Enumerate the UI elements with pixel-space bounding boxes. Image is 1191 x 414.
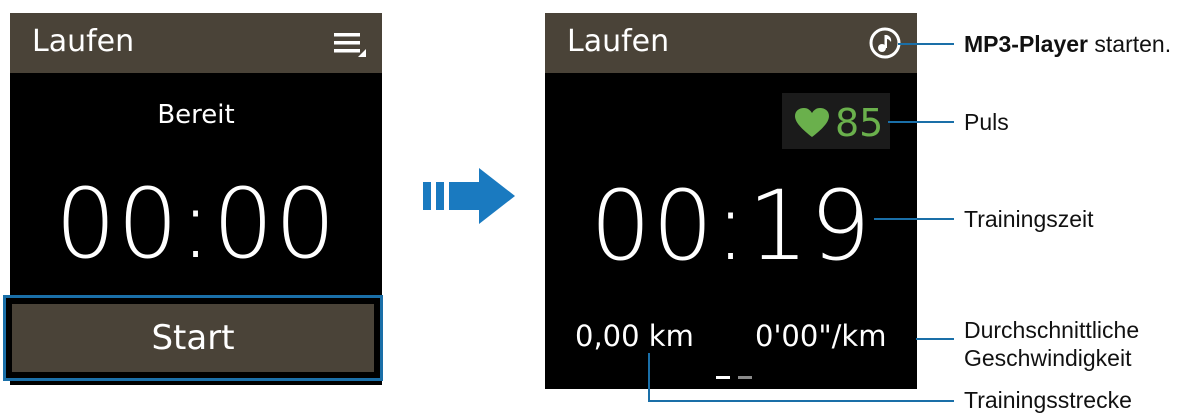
callout-line-speed [916,338,954,340]
callout-speed-line1: Durchschnittliche [964,317,1140,343]
page-dot-active [716,376,730,379]
left-app-title: Laufen [32,24,135,59]
callout-pulse: Puls [964,109,1009,135]
page-indicator [716,376,756,380]
callout-line-pulse [888,121,954,123]
callout-mp3-bold: MP3-Player [964,31,1089,57]
right-watch-screen: Laufen 85 00:19 0,00 km 0'00"/km [545,13,917,389]
status-label: Bereit [157,100,235,130]
heart-icon [795,108,829,138]
callout-line-mp3 [898,43,954,45]
pulse-value: 85 [835,101,884,145]
callout-distance: Trainingsstrecke [964,387,1132,413]
callout-mp3: MP3-Player starten. [964,30,1171,58]
callout-line-time [874,218,954,220]
callout-speed-line2: Geschwindigkeit [964,345,1132,371]
callout-mp3-rest: starten. [1088,31,1172,57]
distance-value: 0,00 km [575,319,694,353]
page-dot [738,376,752,379]
music-note-icon[interactable] [869,27,901,59]
right-app-title: Laufen [567,24,670,59]
right-timer: 00:19 [590,170,872,282]
left-timer: 00:00 [55,168,337,280]
callout-line-distance-h [648,400,954,402]
right-title-bar: Laufen [545,13,917,73]
arrow-right-icon [423,168,515,224]
callout-line-distance-v [648,353,650,401]
menu-icon[interactable] [334,29,368,59]
left-title-bar: Laufen [10,13,382,73]
callout-time: Trainingszeit [964,206,1094,232]
start-button[interactable]: Start [12,304,374,372]
start-button-label: Start [151,318,235,358]
pace-value: 0'00"/km [755,319,887,353]
